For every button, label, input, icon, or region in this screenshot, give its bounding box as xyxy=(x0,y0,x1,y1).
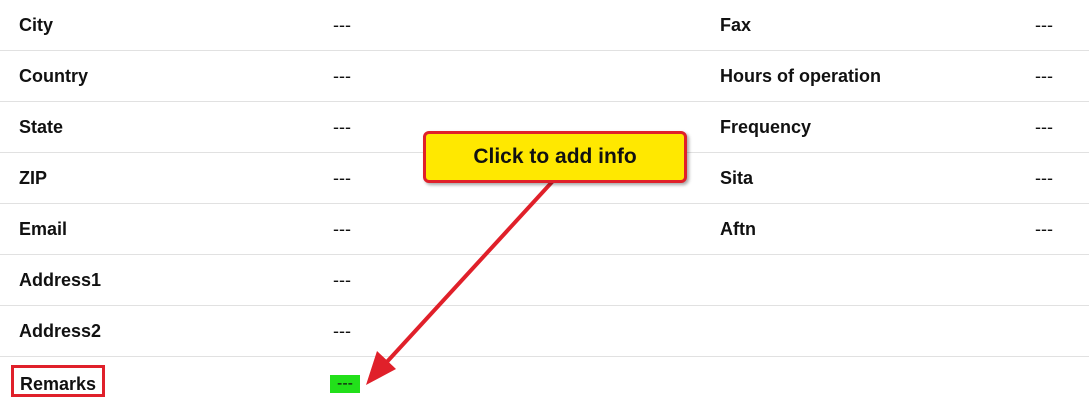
zip-value[interactable]: --- xyxy=(333,153,351,203)
state-value[interactable]: --- xyxy=(333,102,351,152)
aftn-value[interactable]: --- xyxy=(1035,204,1053,254)
address2-value[interactable]: --- xyxy=(333,306,351,356)
hours-of-operation-label: Hours of operation xyxy=(720,66,881,86)
aftn-label: Aftn xyxy=(720,219,756,239)
remarks-value[interactable]: --- xyxy=(330,375,360,393)
frequency-value[interactable]: --- xyxy=(1035,102,1053,152)
info-grid: City --- Fax --- Country --- Hours of op… xyxy=(0,0,1089,408)
zip-label: ZIP xyxy=(19,168,48,188)
fax-label: Fax xyxy=(720,15,752,35)
address2-label: Address2 xyxy=(19,321,102,341)
info-row-email: Email --- Aftn --- xyxy=(0,204,1089,255)
email-label: Email xyxy=(19,219,68,239)
remarks-label: Remarks xyxy=(11,365,106,397)
info-row-address2: Address2 --- xyxy=(0,306,1089,357)
country-label: Country xyxy=(19,66,88,86)
sita-value[interactable]: --- xyxy=(1035,153,1053,203)
email-value[interactable]: --- xyxy=(333,204,351,254)
address1-value[interactable]: --- xyxy=(333,255,351,305)
click-to-add-info-callout: Click to add info xyxy=(423,131,687,183)
frequency-label: Frequency xyxy=(720,117,812,137)
info-row-country: Country --- Hours of operation --- xyxy=(0,51,1089,102)
country-value[interactable]: --- xyxy=(333,51,351,101)
info-row-address1: Address1 --- xyxy=(0,255,1089,306)
city-label: City xyxy=(19,15,54,35)
fax-value[interactable]: --- xyxy=(1035,0,1053,50)
state-label: State xyxy=(19,117,64,137)
city-value[interactable]: --- xyxy=(333,0,351,50)
sita-label: Sita xyxy=(720,168,754,188)
address1-label: Address1 xyxy=(19,270,102,290)
info-row-city: City --- Fax --- xyxy=(0,0,1089,51)
info-row-remarks: Remarks --- xyxy=(0,357,1089,408)
hours-of-operation-value[interactable]: --- xyxy=(1035,51,1053,101)
